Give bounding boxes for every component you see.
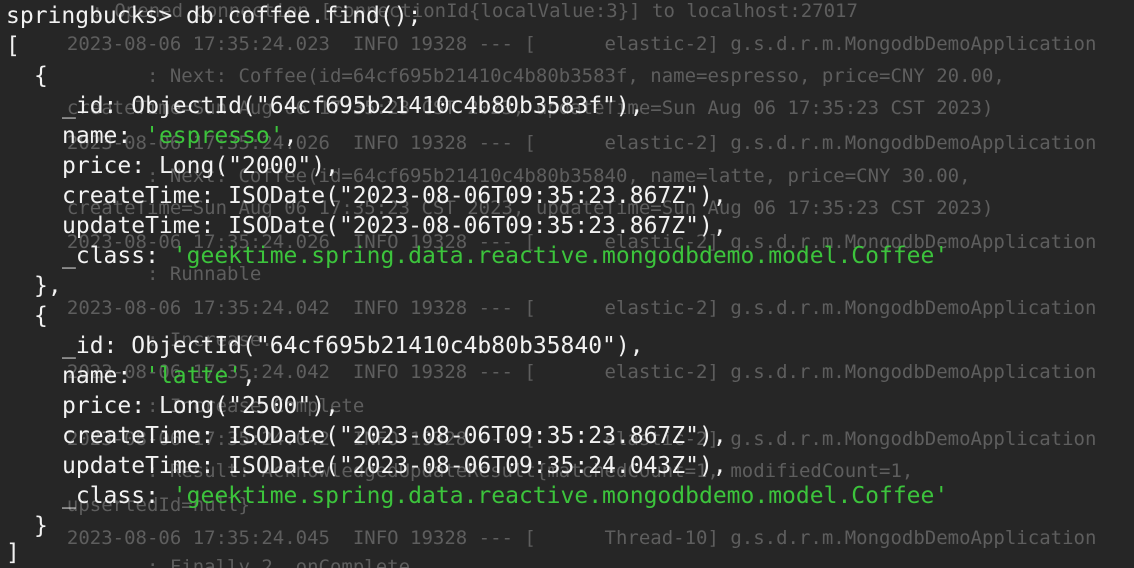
key-updatetime: updateTime:: [62, 453, 229, 479]
doc-open-brace: {: [34, 63, 48, 89]
key-createtime: createTime:: [62, 183, 229, 209]
name-value: 'espresso': [145, 123, 284, 149]
shell-prompt[interactable]: springbucks> db.coffee.find();: [6, 1, 421, 31]
doc-close-brace: }: [34, 513, 48, 539]
createtime-value: ISODate("2023-08-06T09:35:23.867Z"),: [228, 183, 727, 209]
doc-id-row: _id: ObjectId("64cf695b21410c4b80b35840"…: [6, 331, 644, 361]
doc-updatetime-row: updateTime: ISODate("2023-08-06T09:35:24…: [6, 451, 727, 481]
terminal-window[interactable]: : Opened connection [connectionId{localV…: [0, 0, 1134, 568]
doc-close-brace: },: [34, 273, 62, 299]
doc-createtime-row: createTime: ISODate("2023-08-06T09:35:23…: [6, 181, 727, 211]
name-value: 'latte': [145, 363, 243, 389]
price-value: Long("2000"),: [158, 153, 339, 179]
createtime-value: ISODate("2023-08-06T09:35:23.867Z"),: [228, 423, 727, 449]
doc-class-row: _class: 'geektime.spring.data.reactive.m…: [6, 481, 948, 511]
doc-name-row: name: 'espresso',: [6, 121, 297, 151]
key-class: _class:: [62, 243, 173, 269]
doc-price-row: price: Long("2500"),: [6, 391, 339, 421]
key-id: _id:: [62, 333, 132, 359]
mongosh-output: springbucks> db.coffee.find(); [ { _id: …: [0, 0, 1134, 568]
key-updatetime: updateTime:: [62, 213, 229, 239]
key-price: price:: [62, 393, 159, 419]
class-value: 'geektime.spring.data.reactive.mongodbde…: [172, 483, 949, 509]
key-name: name:: [62, 363, 146, 389]
array-close-bracket: ]: [6, 540, 20, 566]
doc-updatetime-row: updateTime: ISODate("2023-08-06T09:35:23…: [6, 211, 727, 241]
id-value: ObjectId("64cf695b21410c4b80b3583f"),: [131, 93, 644, 119]
doc-class-row: _class: 'geektime.spring.data.reactive.m…: [6, 241, 948, 271]
key-createtime: createTime:: [62, 423, 229, 449]
id-value: ObjectId("64cf695b21410c4b80b35840"),: [131, 333, 644, 359]
price-value: Long("2500"),: [158, 393, 339, 419]
array-open-bracket: [: [6, 33, 20, 59]
updatetime-value: ISODate("2023-08-06T09:35:23.867Z"),: [228, 213, 727, 239]
doc-name-row: name: 'latte',: [6, 361, 256, 391]
doc-price-row: price: Long("2000"),: [6, 151, 339, 181]
doc-id-row: _id: ObjectId("64cf695b21410c4b80b3583f"…: [6, 91, 644, 121]
key-name: name:: [62, 123, 146, 149]
key-class: _class:: [62, 483, 173, 509]
doc-open-brace: {: [34, 303, 48, 329]
doc-createtime-row: createTime: ISODate("2023-08-06T09:35:23…: [6, 421, 727, 451]
comma: ,: [242, 363, 256, 389]
key-id: _id:: [62, 93, 132, 119]
class-value: 'geektime.spring.data.reactive.mongodbde…: [172, 243, 949, 269]
key-price: price:: [62, 153, 159, 179]
updatetime-value: ISODate("2023-08-06T09:35:24.043Z"),: [228, 453, 727, 479]
comma: ,: [283, 123, 298, 149]
